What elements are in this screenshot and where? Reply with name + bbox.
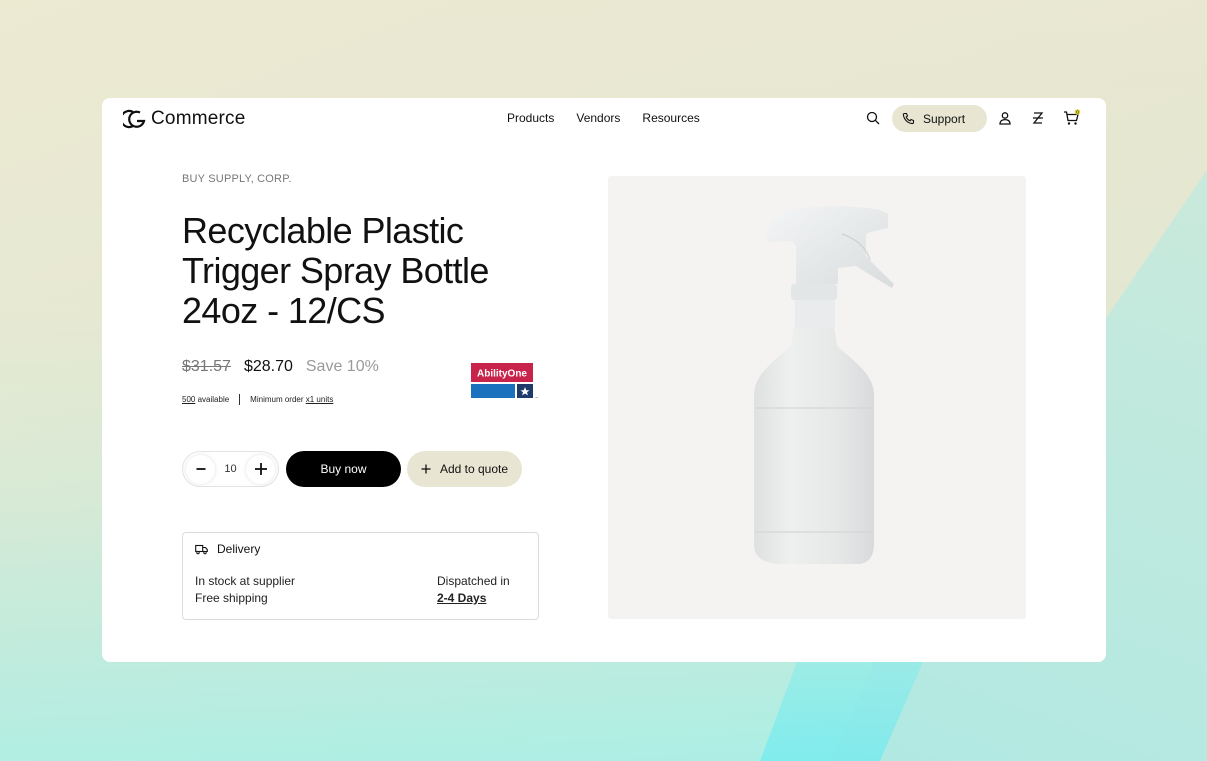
currency-button[interactable] [1028, 108, 1048, 128]
current-price: $28.70 [243, 358, 293, 375]
logo-icon [123, 109, 146, 129]
min-order-label: Minimum order [250, 395, 304, 404]
plus-icon [254, 463, 267, 475]
spray-bottle-image [754, 206, 894, 564]
user-icon [999, 112, 1011, 125]
delivery-box: Delivery In stock at supplier Free shipp… [182, 532, 539, 620]
dispatch-info: Dispatched in 2-4 Days [437, 573, 510, 607]
search-icon [866, 111, 880, 125]
delivery-heading: Delivery [195, 542, 260, 556]
stock-info: In stock at supplier Free shipping [195, 573, 295, 607]
support-label: Support [923, 111, 966, 126]
vendor-name[interactable]: BUY SUPPLY, CORP. [182, 173, 292, 185]
add-to-quote-button[interactable]: Add to quote [407, 451, 522, 487]
stock-status: In stock at supplier [195, 574, 296, 588]
truck-icon [195, 544, 208, 554]
dispatch-label: Dispatched in [437, 574, 510, 588]
available-count: 500 [182, 395, 196, 404]
product-card: Commerce Products Vendors Resources Supp… [102, 98, 1106, 662]
logo[interactable]: Commerce [123, 108, 246, 130]
increase-quantity-button[interactable] [246, 454, 275, 484]
brand-name: Commerce [151, 108, 246, 129]
quantity-stepper: 10 [182, 451, 279, 487]
cart-button[interactable]: 0 [1062, 108, 1082, 128]
availability: 500 available [182, 395, 229, 404]
add-to-quote-label: Add to quote [439, 462, 509, 476]
cart-icon: 0 [1064, 109, 1081, 125]
buy-now-button[interactable]: Buy now [286, 451, 401, 487]
dispatch-time[interactable]: 2-4 Days [437, 591, 486, 605]
product-image[interactable] [608, 176, 1026, 619]
savings-text: Save 10% [305, 358, 379, 375]
search-button[interactable] [863, 108, 883, 128]
nav-item-resources[interactable]: Resources [642, 111, 699, 125]
product-title: Recyclable Plastic Trigger Spray Bottle … [182, 210, 489, 331]
currency-icon [1032, 112, 1044, 124]
available-label: available [197, 395, 230, 404]
original-price: $31.57 [182, 358, 231, 375]
main-nav: Products Vendors Resources [507, 111, 700, 125]
abilityone-badge: AbilityOne ™ [471, 363, 538, 400]
phone-icon [902, 112, 915, 125]
minus-icon [196, 468, 205, 470]
account-button[interactable] [995, 108, 1015, 128]
minimum-order: Minimum order x1 units [250, 395, 333, 404]
price-row: $31.57 $28.70 Save 10% [182, 358, 379, 376]
stock-meta: 500 available Minimum order x1 units [182, 394, 333, 405]
plus-icon [421, 464, 431, 474]
decrease-quantity-button[interactable] [186, 454, 215, 484]
nav-item-vendors[interactable]: Vendors [576, 111, 620, 125]
shipping-status: Free shipping [195, 591, 268, 605]
min-order-value: x1 units [305, 395, 334, 404]
support-button[interactable]: Support [892, 105, 987, 132]
nav-item-products[interactable]: Products [507, 111, 554, 125]
divider [239, 394, 241, 405]
quantity-value[interactable]: 10 [224, 463, 236, 475]
svg-text:™: ™ [535, 396, 538, 400]
badge-text: AbilityOne [477, 369, 527, 380]
delivery-title: Delivery [217, 542, 261, 556]
